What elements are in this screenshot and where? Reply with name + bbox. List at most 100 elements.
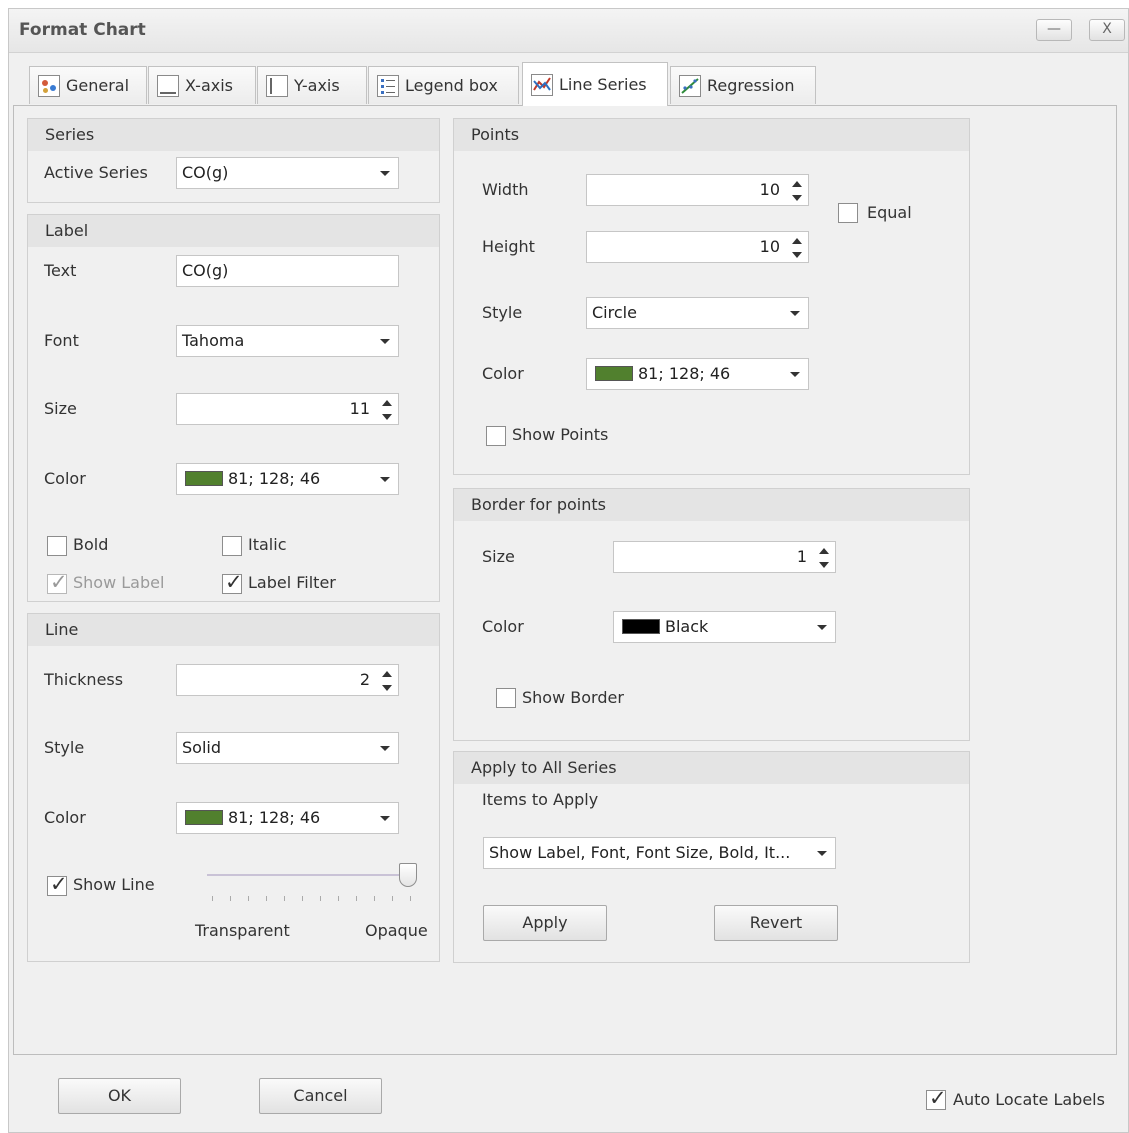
opacity-slider-track[interactable] xyxy=(207,874,417,876)
points-style-value: Circle xyxy=(592,303,637,322)
tab-general[interactable]: General xyxy=(29,66,147,104)
x-axis-icon xyxy=(157,74,179,97)
chevron-down-icon xyxy=(380,339,390,344)
chevron-down-icon xyxy=(380,477,390,482)
items-to-apply-value: Show Label, Font, Font Size, Bold, It... xyxy=(489,843,791,862)
dialog-title: Format Chart xyxy=(19,20,146,40)
active-series-value: CO(g) xyxy=(182,163,229,182)
line-style-dropdown[interactable]: Solid xyxy=(176,732,399,764)
label-size-spinner[interactable]: 11 xyxy=(176,393,399,425)
slider-tick xyxy=(410,896,411,901)
spinner-arrows-icon[interactable] xyxy=(819,547,829,569)
points-color-label: Color xyxy=(482,364,524,383)
revert-button[interactable]: Revert xyxy=(714,905,838,941)
equal-checkbox[interactable] xyxy=(838,203,858,223)
tab-legend-box[interactable]: Legend box xyxy=(368,66,519,104)
checkmark-icon: ✓ xyxy=(225,570,243,594)
slider-tick xyxy=(392,896,393,901)
spinner-arrows-icon[interactable] xyxy=(792,180,802,202)
spinner-arrows-icon[interactable] xyxy=(792,237,802,259)
checkmark-icon: ✓ xyxy=(50,570,68,594)
legend-box-icon xyxy=(377,74,399,97)
tab-label: Line Series xyxy=(559,75,647,94)
points-color-value: 81; 128; 46 xyxy=(638,364,731,383)
y-axis-icon xyxy=(266,74,288,97)
slider-tick xyxy=(212,896,213,901)
minimize-button[interactable]: — xyxy=(1036,19,1072,41)
slider-tick xyxy=(356,896,357,901)
show-border-checkbox[interactable] xyxy=(496,688,516,708)
slider-tick xyxy=(338,896,339,901)
label-text-value: CO(g) xyxy=(182,261,229,280)
apply-button[interactable]: Apply xyxy=(483,905,607,941)
checkmark-icon: ✓ xyxy=(929,1086,947,1110)
series-group-header: Series xyxy=(28,119,439,151)
color-swatch xyxy=(595,366,633,381)
line-color-dropdown[interactable]: 81; 128; 46 xyxy=(176,802,399,834)
label-text-input[interactable]: CO(g) xyxy=(176,255,399,287)
points-height-spinner[interactable]: 10 xyxy=(586,231,809,263)
chevron-down-icon xyxy=(380,816,390,821)
thickness-value: 2 xyxy=(359,670,370,689)
show-line-checkbox[interactable]: ✓ xyxy=(47,872,68,896)
slider-tick xyxy=(266,896,267,901)
italic-checkbox[interactable] xyxy=(222,536,242,556)
label-text-label: Text xyxy=(44,261,77,280)
chevron-down-icon xyxy=(817,851,827,856)
minimize-icon: — xyxy=(1047,21,1061,37)
auto-locate-labels-checkbox[interactable]: ✓ xyxy=(926,1086,947,1110)
line-group-header: Line xyxy=(28,614,439,646)
label-filter-checkbox[interactable]: ✓ xyxy=(222,570,243,594)
border-size-label: Size xyxy=(482,547,515,566)
label-color-value: 81; 128; 46 xyxy=(228,469,321,488)
label-color-dropdown[interactable]: 81; 128; 46 xyxy=(176,463,399,495)
border-size-spinner[interactable]: 1 xyxy=(613,541,836,573)
points-height-value: 10 xyxy=(759,237,780,256)
points-width-spinner[interactable]: 10 xyxy=(586,174,809,206)
general-icon xyxy=(38,74,60,97)
cancel-button[interactable]: Cancel xyxy=(259,1078,382,1114)
tab-label: X-axis xyxy=(185,76,233,95)
slider-tick xyxy=(230,896,231,901)
border-size-value: 1 xyxy=(796,547,807,566)
tab-y-axis[interactable]: Y-axis xyxy=(257,66,367,104)
slider-tick xyxy=(248,896,249,901)
opacity-slider-thumb[interactable] xyxy=(399,863,417,887)
color-swatch xyxy=(185,471,223,486)
chevron-down-icon xyxy=(380,171,390,176)
spinner-arrows-icon[interactable] xyxy=(382,399,392,421)
line-style-value: Solid xyxy=(182,738,221,757)
tab-line-series[interactable]: Line Series xyxy=(522,62,668,106)
border-color-dropdown[interactable]: Black xyxy=(613,611,836,643)
label-group-header: Label xyxy=(28,215,439,247)
line-color-label: Color xyxy=(44,808,86,827)
regression-icon xyxy=(679,74,701,97)
apply-group-header: Apply to All Series xyxy=(454,752,969,784)
label-font-value: Tahoma xyxy=(182,331,245,350)
tab-label: Regression xyxy=(707,76,795,95)
label-font-dropdown[interactable]: Tahoma xyxy=(176,325,399,357)
close-button[interactable]: X xyxy=(1089,19,1125,41)
active-series-dropdown[interactable]: CO(g) xyxy=(176,157,399,189)
color-swatch xyxy=(185,810,223,825)
points-style-label: Style xyxy=(482,303,523,322)
thickness-spinner[interactable]: 2 xyxy=(176,664,399,696)
line-style-label: Style xyxy=(44,738,85,757)
label-color-label: Color xyxy=(44,469,86,488)
slider-max-label: Opaque xyxy=(365,921,428,940)
show-points-checkbox[interactable] xyxy=(486,426,506,446)
tab-regression[interactable]: Regression xyxy=(670,66,816,104)
show-border-label: Show Border xyxy=(522,688,624,707)
show-label-checkbox[interactable]: ✓ xyxy=(47,570,68,594)
spinner-arrows-icon[interactable] xyxy=(382,670,392,692)
points-width-label: Width xyxy=(482,180,529,199)
items-to-apply-dropdown[interactable]: Show Label, Font, Font Size, Bold, It... xyxy=(483,837,836,869)
points-style-dropdown[interactable]: Circle xyxy=(586,297,809,329)
points-color-dropdown[interactable]: 81; 128; 46 xyxy=(586,358,809,390)
bold-label: Bold xyxy=(73,535,109,554)
tab-x-axis[interactable]: X-axis xyxy=(148,66,256,104)
bold-checkbox[interactable] xyxy=(47,536,67,556)
slider-min-label: Transparent xyxy=(195,921,290,940)
slider-tick xyxy=(374,896,375,901)
ok-button[interactable]: OK xyxy=(58,1078,181,1114)
